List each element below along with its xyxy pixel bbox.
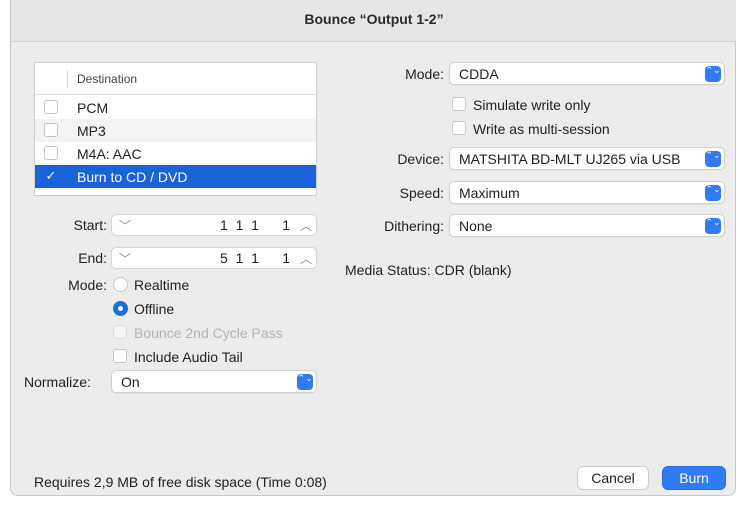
destination-label: PCM: [77, 100, 109, 116]
offline-radio[interactable]: [113, 301, 128, 316]
dithering-value: None: [459, 218, 493, 234]
speed-value: Maximum: [459, 185, 520, 201]
popup-arrows-icon: ⌃⌄: [705, 185, 721, 201]
simulate-write-label[interactable]: Simulate write only: [473, 97, 591, 113]
normalize-value: On: [121, 374, 140, 390]
title-bar: Bounce “Output 1-2”: [11, 0, 736, 42]
burn-mode-label: Mode:: [405, 66, 444, 82]
speed-popup[interactable]: Maximum ⌃⌄: [449, 181, 725, 204]
end-label: End:: [78, 250, 107, 266]
destination-label: M4A: AAC: [77, 146, 142, 162]
bounce-2nd-cycle-label: Bounce 2nd Cycle Pass: [134, 325, 283, 341]
popup-arrows-icon: ⌃⌄: [297, 374, 313, 390]
burn-mode-value: CDDA: [459, 66, 499, 82]
mp3-checkbox[interactable]: [44, 123, 58, 137]
destination-table: Destination PCM MP3 M4A: AAC ✓ Burn to C…: [34, 62, 317, 196]
simulate-write-checkbox[interactable]: [452, 97, 466, 111]
destination-row-burn[interactable]: ✓ Burn to CD / DVD: [35, 165, 316, 188]
realtime-radio[interactable]: [113, 277, 128, 292]
burn-button[interactable]: Burn: [662, 466, 726, 490]
popup-arrows-icon: ⌃⌄: [705, 66, 721, 82]
include-audio-tail-label[interactable]: Include Audio Tail: [134, 349, 243, 365]
multi-session-label[interactable]: Write as multi-session: [473, 121, 610, 137]
device-popup[interactable]: MATSHITA BD-MLT UJ265 via USB ⌃⌄: [449, 147, 725, 170]
multi-session-checkbox[interactable]: [452, 121, 466, 135]
chevron-down-icon[interactable]: ﹀: [119, 250, 131, 267]
media-status: Media Status: CDR (blank): [345, 262, 512, 278]
chevron-up-icon[interactable]: ︿: [300, 217, 312, 234]
end-value[interactable]: 5 1 1 1: [220, 250, 290, 266]
dithering-popup[interactable]: None ⌃⌄: [449, 214, 725, 237]
mode-label: Mode:: [68, 277, 107, 293]
burn-mode-popup[interactable]: CDDA ⌃⌄: [449, 62, 725, 85]
realtime-label[interactable]: Realtime: [134, 277, 189, 293]
start-stepper[interactable]: ﹀ 1 1 1 1 ︿: [111, 214, 317, 236]
start-label: Start:: [73, 217, 107, 233]
include-audio-tail-checkbox[interactable]: [113, 349, 127, 363]
device-value: MATSHITA BD-MLT UJ265 via USB: [459, 151, 681, 167]
bounce-dialog: Bounce “Output 1-2” Destination PCM MP3 …: [10, 0, 736, 496]
destination-header-label: Destination: [77, 72, 138, 86]
cancel-button[interactable]: Cancel: [577, 466, 649, 490]
dithering-label: Dithering:: [384, 218, 444, 234]
end-stepper[interactable]: ﹀ 5 1 1 1 ︿: [111, 247, 317, 269]
start-value[interactable]: 1 1 1 1: [220, 217, 290, 233]
m4a-checkbox[interactable]: [44, 146, 58, 160]
pcm-checkbox[interactable]: [44, 100, 58, 114]
chevron-up-icon[interactable]: ︿: [300, 250, 312, 267]
bounce-2nd-cycle-checkbox: [113, 325, 127, 339]
device-label: Device:: [397, 151, 444, 167]
popup-arrows-icon: ⌃⌄: [705, 151, 721, 167]
offline-label[interactable]: Offline: [134, 301, 174, 317]
window-title: Bounce “Output 1-2”: [304, 11, 444, 27]
destination-row-pcm[interactable]: PCM: [35, 96, 316, 119]
normalize-label: Normalize:: [24, 374, 91, 390]
popup-arrows-icon: ⌃⌄: [705, 218, 721, 234]
chevron-down-icon[interactable]: ﹀: [119, 217, 131, 234]
normalize-popup[interactable]: On ⌃⌄: [111, 370, 317, 393]
destination-row-m4a[interactable]: M4A: AAC: [35, 142, 316, 165]
destination-row-mp3[interactable]: MP3: [35, 119, 316, 142]
check-icon[interactable]: ✓: [44, 169, 58, 183]
disk-space-info: Requires 2,9 MB of free disk space (Time…: [34, 474, 327, 490]
speed-label: Speed:: [399, 185, 444, 201]
destination-header: Destination: [35, 63, 316, 95]
destination-label: MP3: [77, 123, 106, 139]
destination-label: Burn to CD / DVD: [77, 169, 188, 185]
